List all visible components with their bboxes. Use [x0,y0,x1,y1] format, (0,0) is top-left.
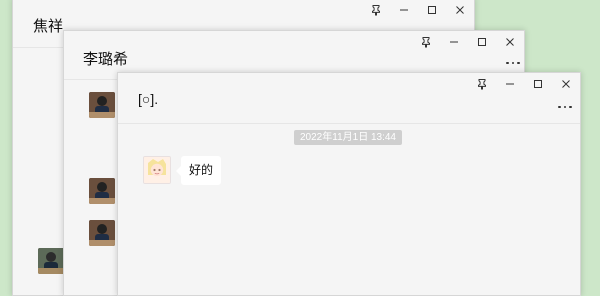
minimize-icon [506,83,514,85]
window-controls [468,73,580,95]
more-button[interactable] [504,59,522,67]
minimize-icon [450,41,458,43]
more-button[interactable] [556,103,574,111]
maximize-icon [478,38,486,46]
pin-button[interactable] [412,31,440,53]
avatar[interactable] [38,248,64,274]
avatar[interactable] [89,220,115,246]
close-icon [562,80,570,88]
maximize-button[interactable] [468,31,496,53]
chat-window-active[interactable]: [○]. 2022年11月1日 13:44 好的 [117,72,581,296]
maximize-button[interactable] [418,0,446,21]
person-photo-icon [89,220,115,246]
more-dot [558,105,561,109]
avatar[interactable] [89,178,115,204]
pin-button[interactable] [468,73,496,95]
pin-icon [372,5,380,16]
more-dot [506,61,509,65]
message-bubble: 好的 [175,156,222,185]
minimize-icon [400,9,408,11]
maximize-icon [534,80,542,88]
person-photo-icon [89,92,115,118]
close-icon [456,6,464,14]
pin-icon [422,37,430,48]
window-controls [362,0,474,21]
title-divider [118,123,580,124]
chat-title: [○]. [138,91,159,107]
chat-title: 李璐希 [83,51,129,68]
more-dot [517,61,520,65]
minimize-button[interactable] [390,0,418,21]
close-button[interactable] [496,31,524,53]
maximize-icon [428,6,436,14]
message-timestamp: 2022年11月1日 13:44 [294,130,402,145]
pin-icon [478,79,486,90]
close-button[interactable] [552,73,580,95]
close-button[interactable] [446,0,474,21]
pin-button[interactable] [362,0,390,21]
more-dot [511,61,515,65]
avatar[interactable] [89,92,115,118]
close-icon [506,38,514,46]
chat-title: 焦祥 [33,18,64,35]
person-photo-icon [89,178,115,204]
maximize-button[interactable] [524,73,552,95]
window-controls [412,31,524,53]
minimize-button[interactable] [496,73,524,95]
person-photo-icon [38,248,64,274]
more-dot [563,105,567,109]
more-dot [569,105,572,109]
avatar[interactable] [143,156,171,184]
minimize-button[interactable] [440,31,468,53]
anime-avatar-icon [144,157,170,183]
